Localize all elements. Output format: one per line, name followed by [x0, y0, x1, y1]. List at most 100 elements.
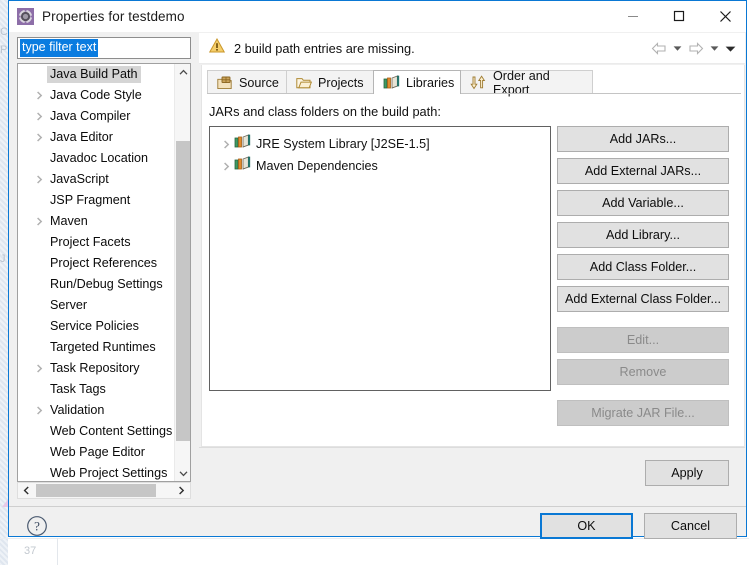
- page-separator: [199, 447, 745, 448]
- tab-label: Libraries: [406, 75, 455, 90]
- message-bar: 2 build path entries are missing.: [199, 33, 745, 64]
- sidebar-item-label: Task Tags: [50, 382, 106, 396]
- preference-tree[interactable]: Java Build Path Java Code Style Java Compi…: [17, 63, 191, 482]
- title-bar: Properties for testdemo: [9, 1, 746, 32]
- dialog-footer: ? OK Cancel: [9, 506, 746, 539]
- help-icon[interactable]: ?: [26, 515, 48, 537]
- tab-source[interactable]: Source: [207, 70, 287, 94]
- sidebar-item-label: Javadoc Location: [50, 151, 149, 165]
- sidebar-item-label: Web Content Settings: [50, 424, 173, 438]
- sidebar-item-label: Server: [50, 298, 88, 312]
- backdrop-gutter-divider: [57, 538, 58, 565]
- expand-chevron-right-icon[interactable]: [32, 217, 47, 226]
- tab-order-and-export[interactable]: Order and Export: [460, 69, 593, 97]
- expand-chevron-right-icon[interactable]: [219, 161, 234, 171]
- add-external-jars-button[interactable]: Add External JARs...: [557, 158, 729, 184]
- sidebar-item-project-references[interactable]: Project References: [18, 253, 190, 274]
- properties-dialog: Properties for testdemo type filter text…: [8, 0, 747, 539]
- tab-libraries[interactable]: Libraries: [373, 70, 461, 94]
- back-menu-chevron-down-icon[interactable]: [670, 45, 685, 52]
- add-library-button[interactable]: Add Library...: [557, 222, 729, 248]
- sidebar-item-server[interactable]: Server: [18, 295, 190, 316]
- expand-chevron-right-icon[interactable]: [32, 112, 47, 121]
- minimize-button[interactable]: [610, 1, 656, 31]
- scroll-down-icon[interactable]: [175, 465, 190, 481]
- preference-tree-rows: Java Build Path Java Code Style Java Compi…: [18, 64, 190, 481]
- sidebar-item-label: Java Build Path: [47, 66, 141, 83]
- tab-projects[interactable]: Projects: [286, 70, 374, 94]
- sidebar-item-jsp-fragment[interactable]: JSP Fragment: [18, 190, 190, 211]
- sidebar-item-task-repository[interactable]: Task Repository: [18, 358, 190, 379]
- apply-button[interactable]: Apply: [645, 460, 729, 486]
- sidebar-item-label: JSP Fragment: [50, 193, 131, 207]
- window-title: Properties for testdemo: [42, 9, 185, 24]
- maximize-button[interactable]: [656, 1, 702, 31]
- sidebar-item-java-editor[interactable]: Java Editor: [18, 127, 190, 148]
- sidebar-item-java-compiler[interactable]: Java Compiler: [18, 106, 190, 127]
- source-folder-icon: [217, 76, 233, 90]
- forward-arrow-icon[interactable]: [685, 42, 707, 55]
- sidebar-item-web-content-settings[interactable]: Web Content Settings: [18, 421, 190, 442]
- remove-button: Remove: [557, 359, 729, 385]
- sidebar-item-web-page-editor[interactable]: Web Page Editor: [18, 442, 190, 463]
- library-books-icon: [234, 134, 252, 154]
- sidebar-item-label: Targeted Runtimes: [50, 340, 156, 354]
- scroll-right-icon[interactable]: [173, 483, 189, 498]
- library-list-item[interactable]: JRE System Library [J2SE-1.5]: [210, 133, 550, 155]
- libraries-list[interactable]: JRE System Library [J2SE-1.5] Maven Depen…: [209, 126, 551, 391]
- sidebar-item-label: Task Repository: [50, 361, 140, 375]
- tab-underline: [207, 93, 741, 94]
- preference-tree-hscroll-thumb[interactable]: [36, 484, 156, 497]
- add-jars-button[interactable]: Add JARs...: [557, 126, 729, 152]
- page-hint-label: JARs and class folders on the build path…: [209, 104, 441, 119]
- preference-tree-vscrollbar[interactable]: [174, 64, 190, 481]
- sidebar-item-maven[interactable]: Maven: [18, 211, 190, 232]
- sidebar-item-task-tags[interactable]: Task Tags: [18, 379, 190, 400]
- sidebar-item-validation[interactable]: Validation: [18, 400, 190, 421]
- scroll-up-icon[interactable]: [175, 64, 190, 80]
- tab-label: Projects: [318, 75, 364, 90]
- backdrop-stripe: [0, 0, 8, 565]
- svg-text:?: ?: [34, 519, 40, 534]
- backdrop-line-number: 37: [24, 545, 37, 557]
- edit-button: Edit...: [557, 327, 729, 353]
- filter-input[interactable]: type filter text: [17, 37, 191, 59]
- backdrop-label-2: J: [0, 253, 6, 265]
- sidebar-item-java-build-path[interactable]: Java Build Path: [18, 64, 190, 85]
- sidebar-item-run-debug-settings[interactable]: Run/Debug Settings: [18, 274, 190, 295]
- back-arrow-icon[interactable]: [648, 42, 670, 55]
- library-list-item[interactable]: Maven Dependencies: [210, 155, 550, 177]
- tab-strip: Source Projects Libraries Order and Export: [207, 69, 741, 97]
- expand-chevron-right-icon[interactable]: [219, 139, 234, 149]
- sidebar-item-java-code-style[interactable]: Java Code Style: [18, 85, 190, 106]
- preference-tree-scroll-thumb[interactable]: [176, 141, 190, 441]
- sidebar-item-javadoc-location[interactable]: Javadoc Location: [18, 148, 190, 169]
- sidebar-item-service-policies[interactable]: Service Policies: [18, 316, 190, 337]
- expand-chevron-right-icon[interactable]: [32, 133, 47, 142]
- expand-chevron-right-icon[interactable]: [32, 91, 47, 100]
- expand-chevron-right-icon[interactable]: [32, 406, 47, 415]
- properties-page: 2 build path entries are missing. Source…: [199, 32, 746, 506]
- scroll-left-icon[interactable]: [18, 483, 34, 498]
- overflow-chevron-down-icon[interactable]: [722, 45, 739, 53]
- backdrop-divider: [0, 538, 749, 539]
- sidebar-item-project-facets[interactable]: Project Facets: [18, 232, 190, 253]
- add-variable-button[interactable]: Add Variable...: [557, 190, 729, 216]
- sidebar-item-label: Run/Debug Settings: [50, 277, 163, 291]
- expand-chevron-right-icon[interactable]: [32, 364, 47, 373]
- ok-button[interactable]: OK: [540, 513, 633, 539]
- forward-menu-chevron-down-icon[interactable]: [707, 45, 722, 52]
- sidebar-item-web-project-settings[interactable]: Web Project Settings: [18, 463, 190, 481]
- cancel-button[interactable]: Cancel: [644, 513, 737, 539]
- expand-chevron-right-icon[interactable]: [32, 175, 47, 184]
- close-button[interactable]: [702, 1, 748, 31]
- sidebar-item-label: Java Editor: [50, 130, 113, 144]
- sidebar-item-javascript[interactable]: JavaScript: [18, 169, 190, 190]
- sidebar-item-label: Java Code Style: [50, 88, 142, 102]
- preference-tree-hscrollbar[interactable]: [17, 482, 191, 499]
- gear-icon: [17, 8, 34, 25]
- add-external-class-folder-button[interactable]: Add External Class Folder...: [557, 286, 729, 312]
- sidebar-item-label: Service Policies: [50, 319, 139, 333]
- add-class-folder-button[interactable]: Add Class Folder...: [557, 254, 729, 280]
- sidebar-item-targeted-runtimes[interactable]: Targeted Runtimes: [18, 337, 190, 358]
